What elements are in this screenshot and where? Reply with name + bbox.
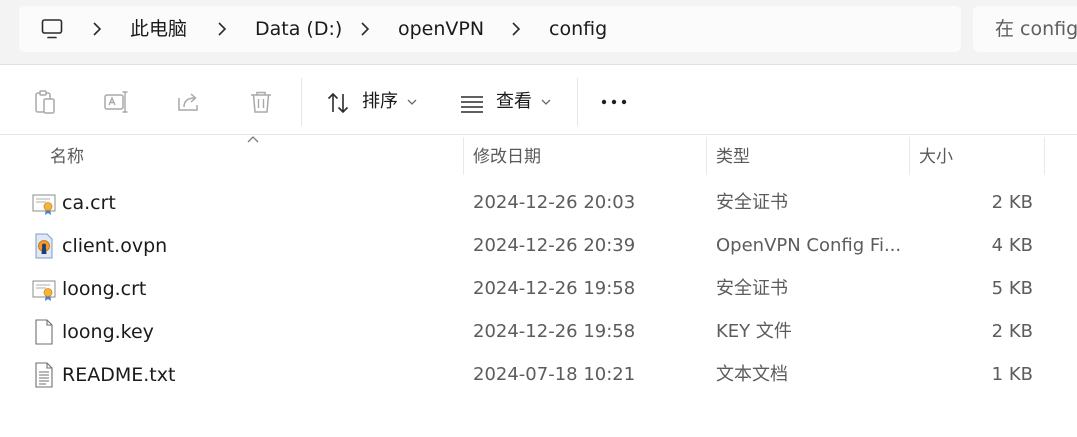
blank-file-icon (35, 319, 53, 345)
view-button[interactable]: 查看 (496, 89, 532, 115)
file-modified: 2024-12-26 20:39 (473, 235, 636, 256)
file-modified: 2024-12-26 19:58 (473, 321, 636, 342)
file-row[interactable]: README.txt 2024-07-18 10:21 文本文档 1 KB (0, 354, 1077, 397)
toolbar-divider (0, 134, 1077, 135)
file-row[interactable]: ca.crt 2024-12-26 20:03 安全证书 2 KB (0, 182, 1077, 225)
file-row[interactable]: client.ovpn 2024-12-26 20:39 OpenVPN Con… (0, 225, 1077, 268)
chevron-down-icon[interactable] (406, 96, 418, 108)
file-size: 2 KB (991, 192, 1033, 213)
file-name: client.ovpn (62, 235, 168, 257)
column-separator[interactable] (909, 137, 910, 175)
file-type: 文本文档 (716, 364, 788, 385)
file-size: 5 KB (991, 278, 1033, 299)
file-row[interactable]: loong.crt 2024-12-26 19:58 安全证书 5 KB (0, 268, 1077, 311)
file-type: 安全证书 (716, 278, 788, 299)
share-icon[interactable] (175, 88, 203, 116)
chevron-right-icon[interactable] (212, 19, 232, 39)
column-header-type[interactable]: 类型 (716, 145, 750, 169)
file-modified: 2024-07-18 10:21 (473, 364, 636, 385)
breadcrumb-item-this-pc[interactable]: 此电脑 (130, 16, 187, 42)
file-row[interactable]: loong.key 2024-12-26 19:58 KEY 文件 2 KB (0, 311, 1077, 354)
delete-icon[interactable] (247, 88, 275, 116)
column-header-modified[interactable]: 修改日期 (473, 145, 541, 169)
chevron-right-icon[interactable] (355, 19, 375, 39)
column-separator[interactable] (1044, 137, 1045, 175)
column-header-size[interactable]: 大小 (919, 145, 953, 169)
rename-icon[interactable] (103, 88, 131, 116)
more-options-icon[interactable] (600, 96, 628, 108)
file-modified: 2024-12-26 20:03 (473, 192, 636, 213)
breadcrumb-item-drive[interactable]: Data (D:) (255, 16, 342, 42)
sort-button[interactable]: 排序 (362, 89, 398, 115)
column-separator[interactable] (463, 137, 464, 175)
file-name: README.txt (62, 364, 176, 386)
file-type: KEY 文件 (716, 321, 792, 342)
certificate-icon (32, 280, 56, 301)
toolbar-separator (301, 78, 302, 126)
sort-icon[interactable] (325, 90, 353, 118)
file-size: 2 KB (991, 321, 1033, 342)
chevron-right-icon[interactable] (506, 19, 526, 39)
file-name: loong.crt (62, 278, 147, 300)
toolbar-separator (577, 78, 578, 126)
file-name: loong.key (62, 321, 154, 343)
file-modified: 2024-12-26 19:58 (473, 278, 636, 299)
file-size: 4 KB (991, 235, 1033, 256)
file-name: ca.crt (62, 192, 116, 214)
column-separator[interactable] (706, 137, 707, 175)
view-icon[interactable] (458, 90, 486, 118)
search-input-placeholder[interactable]: 在 config (995, 16, 1077, 42)
file-size: 1 KB (991, 364, 1033, 385)
certificate-icon (32, 194, 56, 215)
chevron-down-icon[interactable] (540, 96, 552, 108)
chevron-right-icon[interactable] (87, 19, 107, 39)
file-type: OpenVPN Config Fi... (716, 235, 902, 256)
breadcrumb-item-openvpn[interactable]: openVPN (398, 16, 484, 42)
breadcrumb-item-config[interactable]: config (549, 16, 607, 42)
address-divider (0, 64, 1077, 65)
text-file-icon (35, 362, 53, 388)
computer-icon[interactable] (40, 17, 64, 41)
column-header-name[interactable]: 名称 (50, 145, 84, 169)
sort-ascending-icon (247, 136, 259, 143)
paste-icon[interactable] (31, 88, 59, 116)
file-type: 安全证书 (716, 192, 788, 213)
openvpn-config-icon (35, 233, 53, 259)
